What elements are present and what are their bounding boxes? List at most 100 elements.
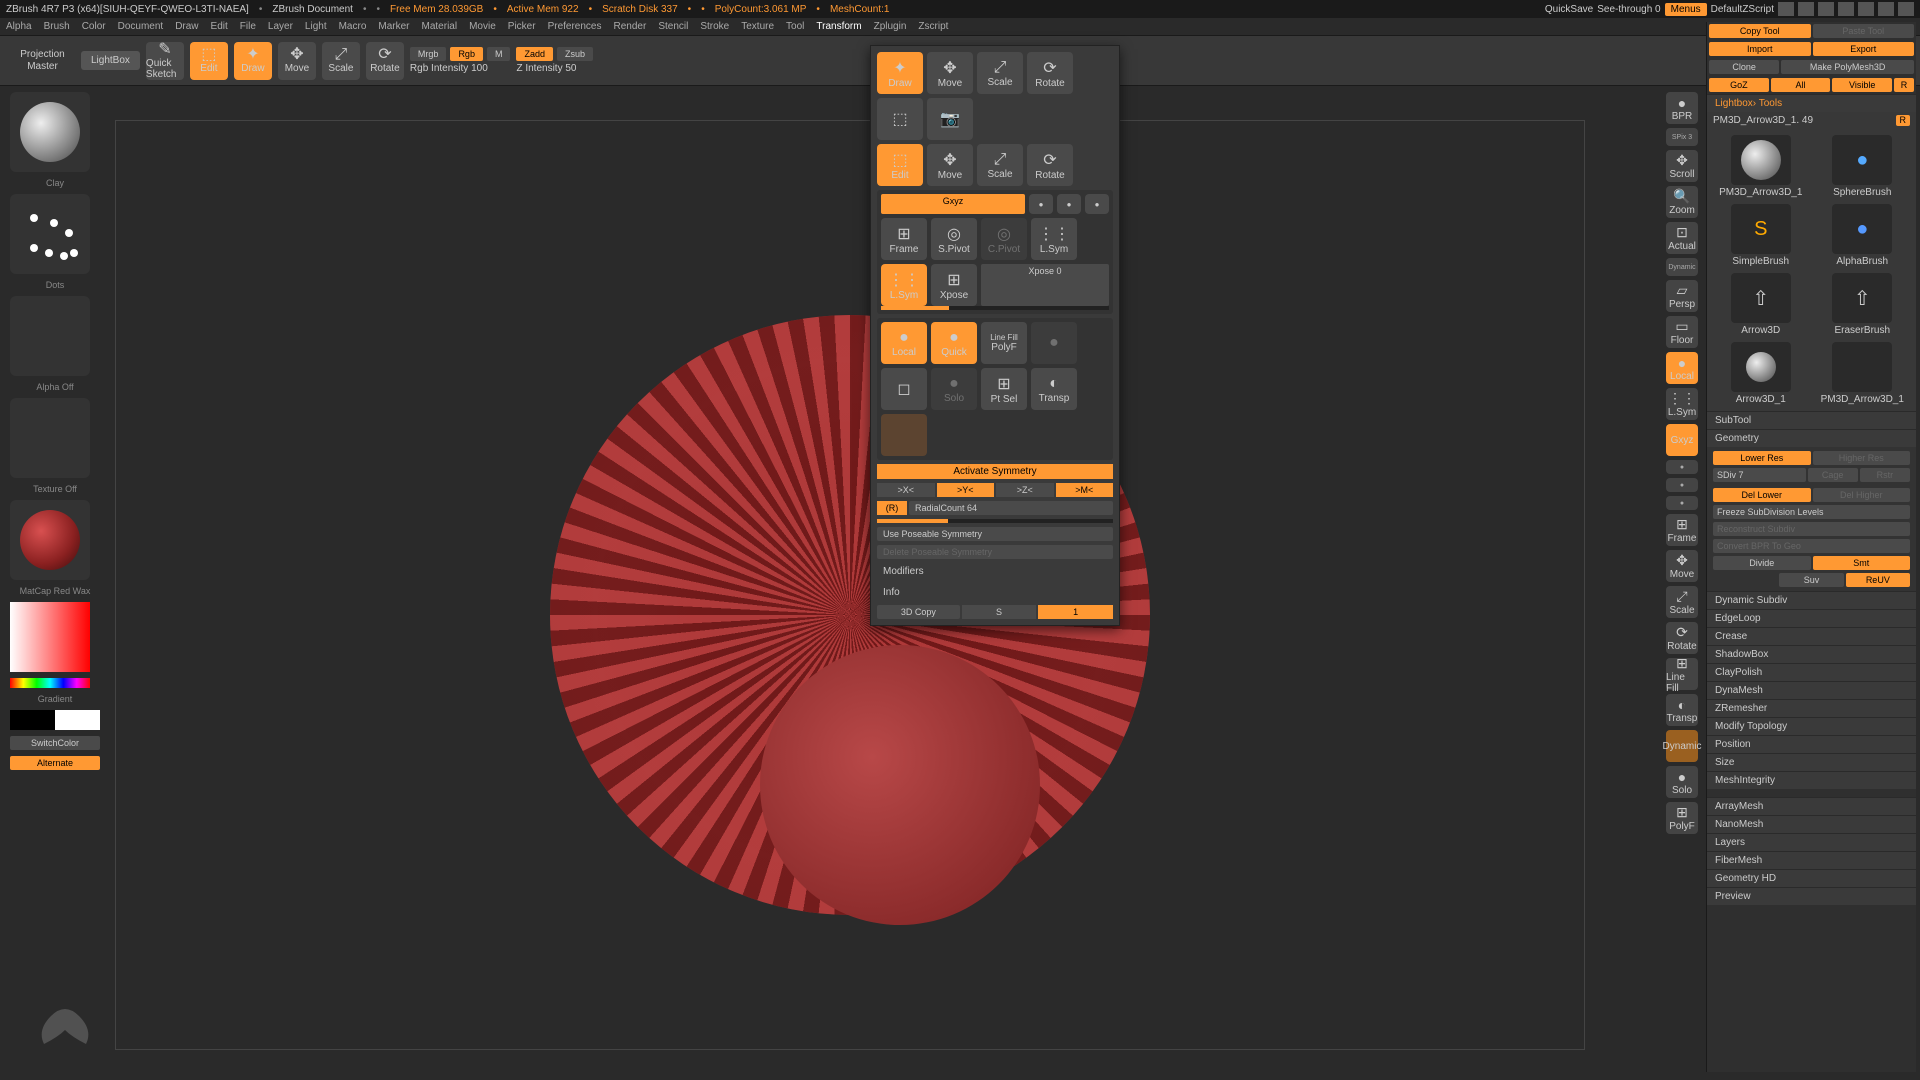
tool-item[interactable]: ⇧Arrow3D xyxy=(1713,273,1809,336)
menu-edit[interactable]: Edit xyxy=(211,21,228,32)
menu-texture[interactable]: Texture xyxy=(741,21,774,32)
make-polymesh-button[interactable]: Make PolyMesh3D xyxy=(1781,60,1914,74)
camera-button[interactable]: 📷 xyxy=(927,98,973,140)
radialcount-slider[interactable]: RadialCount 64 xyxy=(909,501,1113,515)
scale-button[interactable]: ⤢Scale xyxy=(322,42,360,80)
radial-sliderbar[interactable] xyxy=(877,519,1113,523)
menu-material[interactable]: Material xyxy=(422,21,458,32)
gyro-z[interactable]: ● xyxy=(1085,194,1109,214)
menu-marker[interactable]: Marker xyxy=(378,21,409,32)
tool-item[interactable]: ●SphereBrush xyxy=(1815,135,1911,198)
layers-section[interactable]: Layers xyxy=(1707,833,1916,851)
menu-brush[interactable]: Brush xyxy=(44,21,70,32)
rotate-button[interactable]: ⟳Rotate xyxy=(366,42,404,80)
cube-button[interactable]: ◻ xyxy=(881,368,927,410)
cage-button[interactable]: Cage xyxy=(1808,468,1858,482)
snapshot-button[interactable]: ⬚ xyxy=(877,98,923,140)
menu-color[interactable]: Color xyxy=(82,21,106,32)
frame-button[interactable]: ⊞Frame xyxy=(881,218,927,260)
panel-edit-button[interactable]: ⬚Edit xyxy=(877,144,923,186)
use-poseable-symmetry[interactable]: Use Poseable Symmetry xyxy=(877,527,1113,541)
crease-section[interactable]: Crease xyxy=(1707,627,1916,645)
menu-stencil[interactable]: Stencil xyxy=(658,21,688,32)
claypolish-section[interactable]: ClayPolish xyxy=(1707,663,1916,681)
window-icon[interactable] xyxy=(1778,2,1794,16)
menu-macro[interactable]: Macro xyxy=(339,21,367,32)
maximize-icon[interactable] xyxy=(1878,2,1894,16)
panel-rotate2-button[interactable]: ⟳Rotate xyxy=(1027,144,1073,186)
xpose-slider[interactable]: Xpose 0 xyxy=(981,264,1109,306)
subtool-section[interactable]: SubTool xyxy=(1707,411,1916,429)
solo-button2[interactable]: ●Solo xyxy=(1666,766,1698,798)
modify-topology-section[interactable]: Modify Topology xyxy=(1707,717,1916,735)
dynamesh-section[interactable]: DynaMesh xyxy=(1707,681,1916,699)
lightbox-button[interactable]: LightBox xyxy=(81,51,140,70)
ptsel-button[interactable]: ⊞Pt Sel xyxy=(981,368,1027,410)
menu-preferences[interactable]: Preferences xyxy=(548,21,602,32)
spix-slider[interactable]: SPix 3 xyxy=(1666,128,1698,146)
nanomesh-section[interactable]: NanoMesh xyxy=(1707,815,1916,833)
hue-bar[interactable] xyxy=(10,678,90,688)
menu-picker[interactable]: Picker xyxy=(508,21,536,32)
freeze-subdiv-button[interactable]: Freeze SubDivision Levels xyxy=(1713,505,1910,519)
zoom-button[interactable]: 🔍Zoom xyxy=(1666,186,1698,218)
floor-button2[interactable]: ▭Floor xyxy=(1666,316,1698,348)
menu-movie[interactable]: Movie xyxy=(469,21,496,32)
zremesher-section[interactable]: ZRemesher xyxy=(1707,699,1916,717)
menu-light[interactable]: Light xyxy=(305,21,327,32)
import-button[interactable]: Import xyxy=(1709,42,1811,56)
del-higher-button[interactable]: Del Higher xyxy=(1813,488,1911,502)
lower-res-button[interactable]: Lower Res xyxy=(1713,451,1811,465)
menu-render[interactable]: Render xyxy=(614,21,647,32)
mesh-integrity-section[interactable]: MeshIntegrity xyxy=(1707,771,1916,789)
tool-r-button[interactable]: R xyxy=(1896,115,1911,126)
del-lower-button[interactable]: Del Lower xyxy=(1713,488,1811,502)
menu-transform[interactable]: Transform xyxy=(816,21,861,32)
info-section[interactable]: Info xyxy=(877,584,1113,601)
move-button[interactable]: ✥Move xyxy=(278,42,316,80)
scroll-button[interactable]: ✥Scroll xyxy=(1666,150,1698,182)
panel-rotate-button[interactable]: ⟳Rotate xyxy=(1027,52,1073,94)
solo-button[interactable]: ●Solo xyxy=(931,368,977,410)
projection-master-button[interactable]: Projection Master xyxy=(10,49,75,73)
m-button[interactable]: M xyxy=(487,47,511,61)
copy-tool-button[interactable]: Copy Tool xyxy=(1709,24,1811,38)
linefill-button[interactable]: Line FillPolyF xyxy=(981,322,1027,364)
xpose-button[interactable]: ⊞Xpose xyxy=(931,264,977,306)
menus-button[interactable]: Menus xyxy=(1665,3,1707,16)
dynamic-subdiv-section[interactable]: Dynamic Subdiv xyxy=(1707,591,1916,609)
rgb-intensity-slider[interactable]: Rgb Intensity 100 xyxy=(410,63,511,74)
arraymesh-section[interactable]: ArrayMesh xyxy=(1707,797,1916,815)
export-button[interactable]: Export xyxy=(1813,42,1915,56)
window-icon[interactable] xyxy=(1818,2,1834,16)
mrgb-button[interactable]: Mrgb xyxy=(410,47,447,61)
menu-draw[interactable]: Draw xyxy=(175,21,198,32)
r-radial[interactable]: (R) xyxy=(877,501,907,515)
panel-scale-button[interactable]: ⤢Scale xyxy=(977,52,1023,94)
panel-move2-button[interactable]: ✥Move xyxy=(927,144,973,186)
gyro-x2[interactable]: ● xyxy=(1666,460,1698,474)
menu-stroke[interactable]: Stroke xyxy=(700,21,729,32)
3dcopy-s[interactable]: S xyxy=(962,605,1037,619)
minimize-icon[interactable] xyxy=(1858,2,1874,16)
menu-layer[interactable]: Layer xyxy=(268,21,293,32)
tool-item[interactable]: ●AlphaBrush xyxy=(1815,204,1911,267)
color-picker[interactable] xyxy=(10,602,90,672)
delete-poseable-symmetry[interactable]: Delete Poseable Symmetry xyxy=(877,545,1113,559)
dynamic-button2[interactable]: Dynamic xyxy=(1666,730,1698,762)
higher-res-button[interactable]: Higher Res xyxy=(1813,451,1911,465)
draw-button[interactable]: ✦Draw xyxy=(234,42,272,80)
y-symmetry[interactable]: >Y< xyxy=(937,483,995,497)
reconstruct-button[interactable]: Reconstruct Subdiv xyxy=(1713,522,1910,536)
rotate-button2[interactable]: ⟳Rotate xyxy=(1666,622,1698,654)
geometry-section[interactable]: Geometry xyxy=(1707,429,1916,447)
stroke-swatch[interactable] xyxy=(10,194,90,274)
linefill-button2[interactable]: ⊞Line Fill xyxy=(1666,658,1698,690)
quick-button[interactable]: ●Quick xyxy=(931,322,977,364)
activate-symmetry-header[interactable]: Activate Symmetry xyxy=(877,464,1113,479)
menu-zscript[interactable]: Zscript xyxy=(918,21,948,32)
fibermesh-section[interactable]: FiberMesh xyxy=(1707,851,1916,869)
frame-button2[interactable]: ⊞Frame xyxy=(1666,514,1698,546)
close-icon[interactable] xyxy=(1898,2,1914,16)
xpose-sliderbar[interactable] xyxy=(881,306,1109,310)
